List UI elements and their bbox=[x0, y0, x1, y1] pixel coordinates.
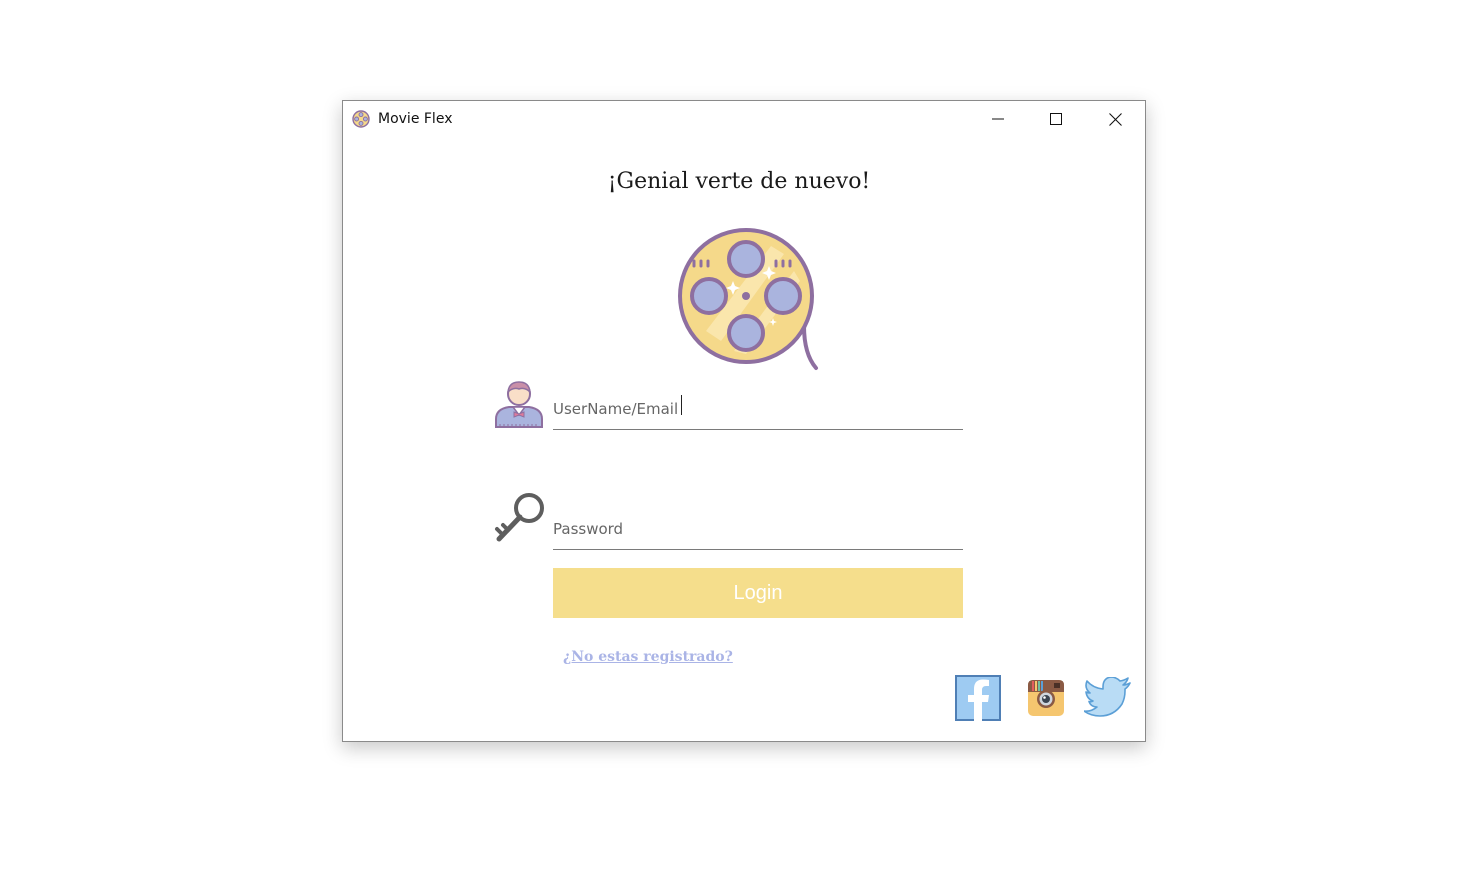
twitter-icon[interactable] bbox=[1084, 677, 1132, 719]
close-icon bbox=[1108, 112, 1122, 126]
welcome-heading: ¡Genial verte de nuevo! bbox=[607, 169, 871, 194]
text-caret bbox=[681, 395, 682, 415]
register-link[interactable]: ¿No estas registrado? bbox=[563, 649, 733, 665]
password-input[interactable] bbox=[553, 513, 963, 545]
film-reel-icon bbox=[678, 228, 818, 370]
username-field-container bbox=[553, 393, 963, 430]
maximize-icon bbox=[1050, 113, 1062, 125]
username-input[interactable] bbox=[553, 393, 963, 425]
maximize-button[interactable] bbox=[1027, 101, 1085, 137]
title-bar[interactable]: Movie Flex bbox=[343, 101, 1145, 137]
close-button[interactable] bbox=[1086, 101, 1144, 137]
user-icon bbox=[495, 381, 543, 428]
window-title: Movie Flex bbox=[378, 111, 453, 127]
instagram-icon[interactable] bbox=[1027, 679, 1065, 717]
minimize-icon bbox=[992, 118, 1004, 120]
film-reel-icon bbox=[352, 110, 370, 128]
app-window: Movie Flex ¡Genial verte de nuevo! UserN… bbox=[342, 100, 1146, 742]
facebook-icon[interactable] bbox=[955, 675, 1001, 721]
minimize-button[interactable] bbox=[969, 101, 1027, 137]
login-button[interactable]: Login bbox=[553, 568, 963, 618]
key-icon bbox=[495, 493, 544, 542]
password-field-container bbox=[553, 513, 963, 550]
